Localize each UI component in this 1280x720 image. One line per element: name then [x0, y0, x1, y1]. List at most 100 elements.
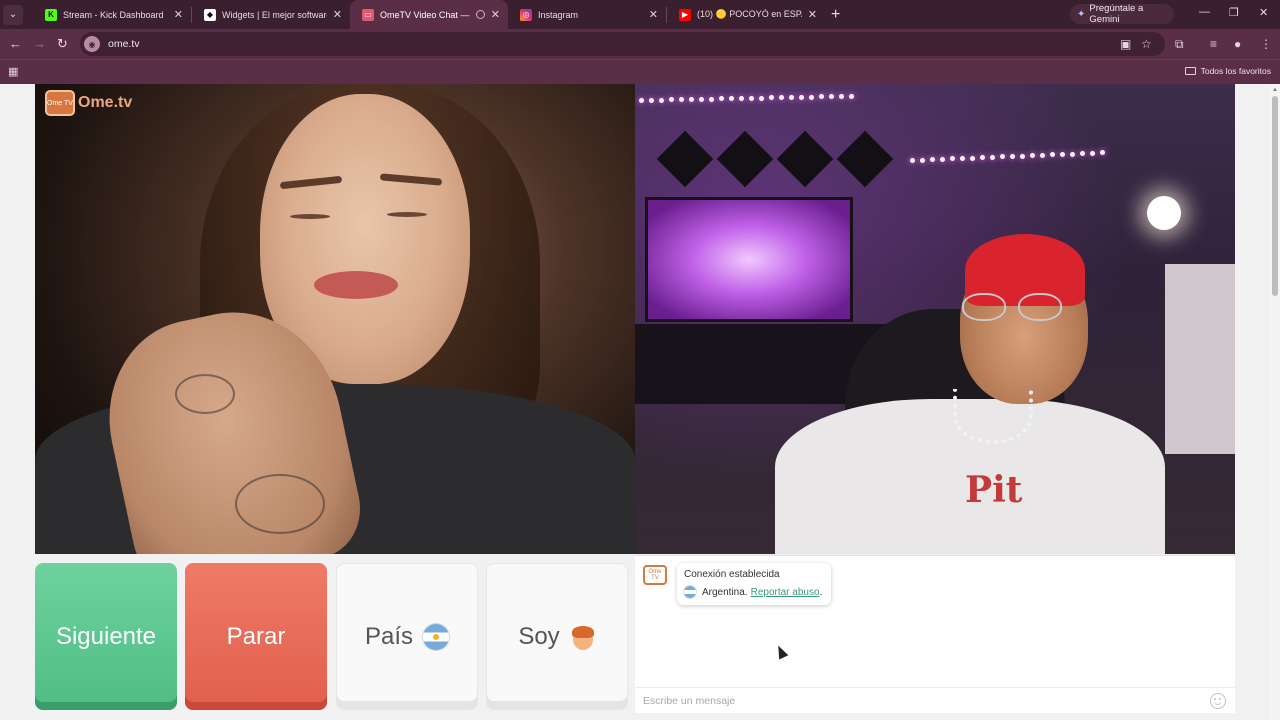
- extensions-icon[interactable]: ⧉: [1175, 37, 1184, 52]
- bookmarks-bar: ▦ Todos los favoritos: [0, 59, 1280, 84]
- logo-text: Ome.tv: [78, 94, 133, 111]
- close-tab-icon[interactable]: ✕: [174, 8, 183, 21]
- close-tab-icon[interactable]: ✕: [333, 8, 342, 21]
- reload-icon[interactable]: ↻: [57, 36, 73, 52]
- led-light: [739, 96, 744, 101]
- led-light: [940, 156, 945, 162]
- next-label: Siguiente: [55, 622, 157, 650]
- led-light: [659, 97, 664, 103]
- led-light: [819, 94, 824, 100]
- gender-button[interactable]: Soy: [486, 563, 628, 710]
- led-light: [910, 158, 915, 163]
- led-light: [1010, 154, 1015, 159]
- led-light: [639, 98, 644, 103]
- browser-toolbar: ← → ↻ ◉ ome.tv ▣ ☆ ⧉ ≡ ● ⋮: [0, 29, 1280, 59]
- kebab-menu-icon[interactable]: ⋮: [1260, 37, 1272, 51]
- kick-icon: K: [45, 8, 57, 21]
- close-tab-icon[interactable]: ✕: [808, 8, 817, 21]
- led-light: [709, 96, 714, 102]
- profile-avatar[interactable]: ●: [1234, 37, 1241, 51]
- apps-grid-icon[interactable]: ▦: [8, 65, 18, 78]
- close-tab-icon[interactable]: ✕: [649, 8, 658, 21]
- system-message: Conexión establecida Argentina. Reportar…: [677, 563, 831, 605]
- scrollbar-thumb[interactable]: [1272, 96, 1278, 296]
- gemini-button[interactable]: ✦ Pregúntale a Gemini: [1070, 3, 1174, 25]
- led-light: [779, 95, 784, 101]
- led-light: [970, 155, 975, 161]
- argentina-flag-icon: [684, 586, 696, 598]
- all-bookmarks-label: Todos los favoritos: [1200, 66, 1271, 76]
- video-scene: [290, 214, 330, 219]
- video-scene: [953, 389, 1033, 444]
- led-light: [759, 95, 764, 101]
- close-window-icon[interactable]: ✕: [1259, 6, 1268, 19]
- video-scene: [962, 293, 1070, 323]
- led-light: [1060, 152, 1065, 157]
- chat-panel: Ome TV Conexión establecida Argentina. R…: [635, 555, 1235, 713]
- back-icon[interactable]: ←: [9, 36, 25, 51]
- tab-widgets[interactable]: ◆ Widgets | El mejor software pa ✕: [192, 0, 350, 29]
- restore-icon[interactable]: ❐: [1229, 6, 1239, 19]
- boy-emoji-icon: [570, 624, 596, 650]
- led-light: [699, 96, 704, 102]
- site-info-icon[interactable]: ◉: [84, 36, 100, 52]
- youtube-icon: ▶: [679, 8, 691, 21]
- stop-button[interactable]: Parar: [185, 563, 327, 710]
- country-button[interactable]: País: [336, 563, 478, 710]
- led-light: [749, 95, 754, 101]
- streamelements-icon: ◆: [204, 8, 216, 21]
- address-bar[interactable]: ◉ ome.tv: [80, 32, 1165, 56]
- led-light: [1090, 150, 1095, 156]
- folder-icon: [1184, 67, 1196, 75]
- country-label: País: [364, 622, 414, 650]
- video-scene: [235, 474, 325, 534]
- tab-title: (10) 🟡 POCOYÓ en ESPAÑOL: [697, 9, 802, 19]
- led-light: [960, 156, 965, 161]
- message-input-bar: [635, 687, 1235, 714]
- video-scene: [1165, 264, 1235, 454]
- video-scene: [1018, 293, 1062, 321]
- led-light: [920, 157, 925, 163]
- tab-instagram[interactable]: ◎ Instagram ✕: [508, 0, 666, 29]
- new-tab-button[interactable]: +: [831, 6, 840, 24]
- bookmark-star-icon[interactable]: ☆: [1141, 37, 1152, 51]
- boy-emoji-hair: [571, 625, 594, 638]
- video-scene: [387, 212, 427, 217]
- led-light: [769, 95, 774, 101]
- tab-title: Widgets | El mejor software pa: [222, 9, 327, 20]
- message-input[interactable]: [643, 695, 1183, 707]
- self-video: Pit: [635, 84, 1235, 554]
- country-line: Argentina. Reportar abuso.: [684, 586, 824, 598]
- shirt-print: Pit: [965, 469, 1023, 511]
- ometv-icon: ▭: [362, 8, 374, 21]
- led-light: [839, 94, 844, 99]
- tab-search-icon[interactable]: ⌄: [3, 4, 23, 25]
- gemini-label: Pregúntale a Gemini: [1089, 3, 1144, 25]
- tab-title: Instagram: [538, 9, 579, 20]
- forward-icon[interactable]: →: [33, 36, 49, 51]
- emoji-picker-icon[interactable]: [1210, 693, 1226, 709]
- recording-icon: [475, 10, 485, 19]
- tab-youtube[interactable]: ▶ (10) 🟡 POCOYÓ en ESPAÑOL ✕: [667, 0, 825, 29]
- led-light: [719, 96, 724, 102]
- connection-status: Conexión establecida: [684, 569, 780, 580]
- close-tab-icon[interactable]: ✕: [491, 8, 500, 21]
- tab-kick-dashboard[interactable]: K Stream - Kick Dashboard ✕: [33, 0, 191, 29]
- led-light: [789, 95, 794, 100]
- argentina-flag-icon: [423, 623, 450, 650]
- page-scrollbar[interactable]: ▲: [1270, 84, 1280, 720]
- all-bookmarks-button[interactable]: Todos los favoritos: [1184, 66, 1271, 76]
- cast-icon[interactable]: ▣: [1120, 37, 1131, 51]
- media-controls-icon[interactable]: ≡: [1210, 37, 1217, 51]
- scroll-up-icon[interactable]: ▲: [1272, 87, 1278, 93]
- led-light: [649, 97, 654, 103]
- video-scene: [1147, 196, 1181, 230]
- next-button[interactable]: Siguiente: [35, 563, 177, 710]
- led-light: [849, 93, 854, 99]
- led-light: [669, 97, 674, 103]
- report-abuse-link[interactable]: Reportar abuso: [751, 587, 820, 598]
- report-suffix: .: [819, 586, 823, 598]
- tab-ometv[interactable]: ▭ OmeTV Video Chat — Ome ✕: [350, 0, 508, 29]
- minimize-icon[interactable]: —: [1199, 6, 1210, 18]
- chat-logo-text: Ome TV: [648, 569, 662, 581]
